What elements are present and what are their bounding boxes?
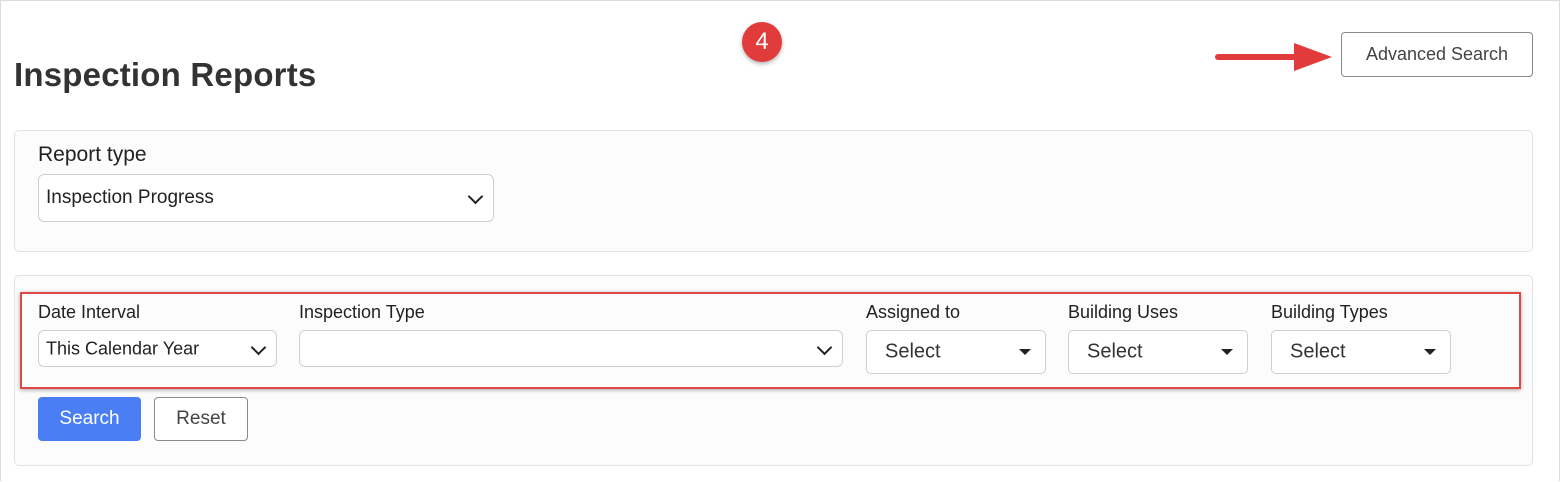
step-number-badge: 4 [742, 22, 782, 62]
advanced-search-button[interactable]: Advanced Search [1341, 32, 1533, 77]
report-type-value: Inspection Progress [46, 187, 214, 208]
annotation-highlight-box [20, 292, 1521, 389]
report-type-label: Report type [38, 143, 147, 166]
reset-button[interactable]: Reset [154, 397, 248, 441]
report-type-select[interactable]: Inspection Progress [38, 174, 494, 222]
page-title: Inspection Reports [14, 56, 317, 93]
chevron-down-icon [467, 188, 484, 205]
arrow-right-icon [1215, 43, 1332, 71]
search-button[interactable]: Search [38, 397, 141, 441]
